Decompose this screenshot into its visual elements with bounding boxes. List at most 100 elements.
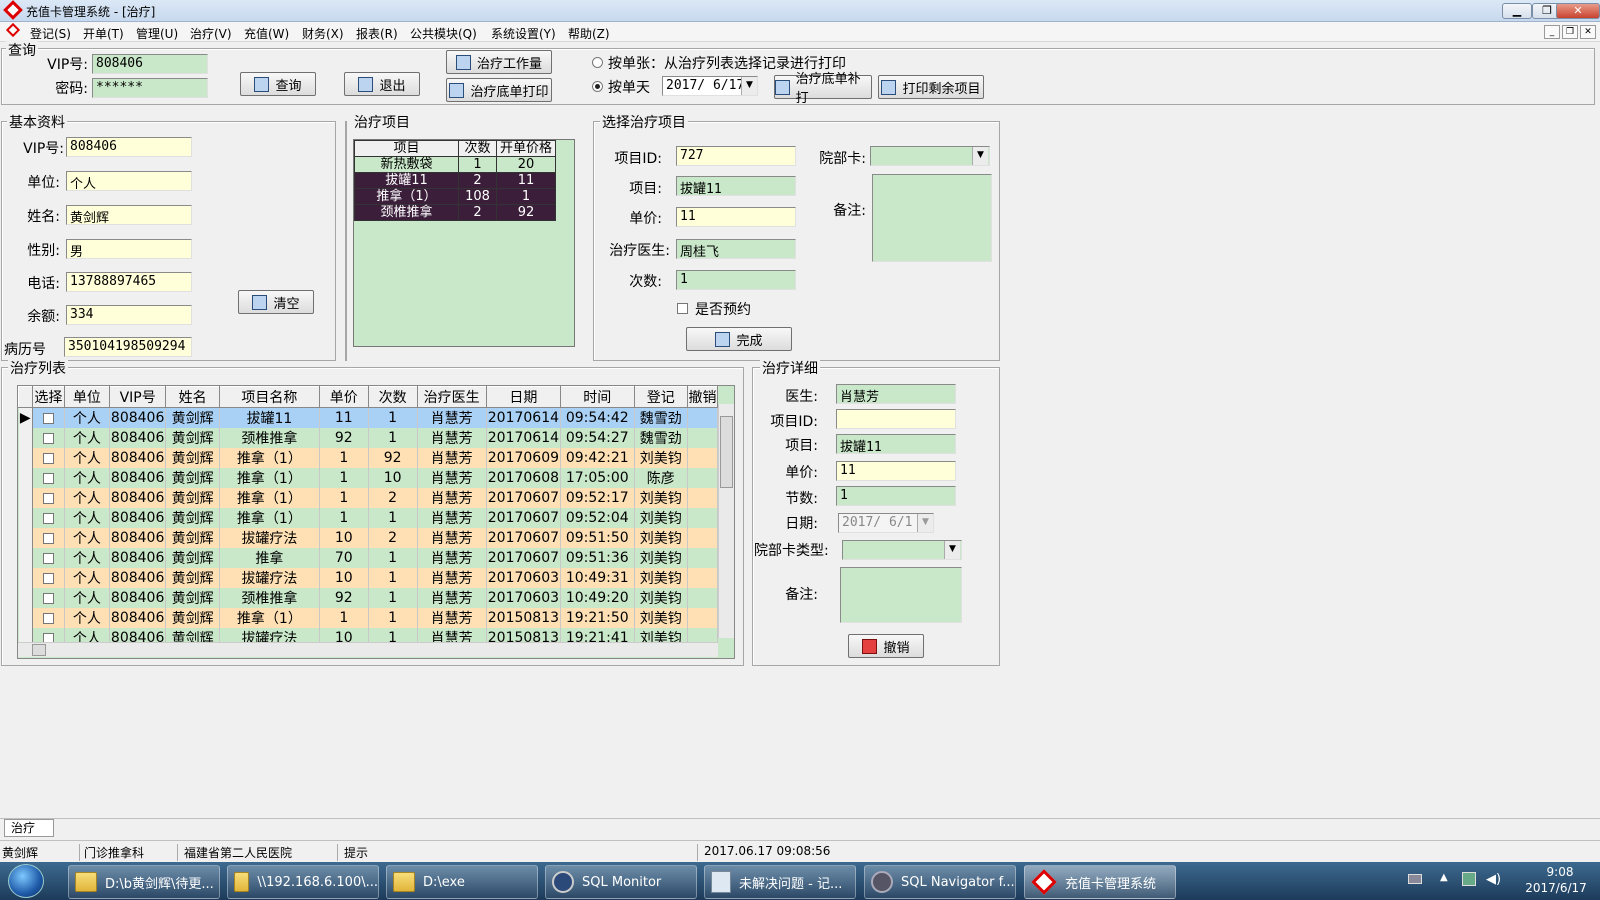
grid-hscroll-thumb[interactable] <box>32 644 46 656</box>
select-item-field[interactable]: 拔罐11 <box>676 176 796 196</box>
taskbar-item-sql-monitor[interactable]: SQL Monitor <box>545 865 697 899</box>
detail-price-field[interactable]: 11 <box>836 461 956 481</box>
menu-settings[interactable]: 系统设置(Y) <box>491 25 556 42</box>
table-row[interactable]: 个人 808406 黄剑辉 推拿（1） 1 1 肖慧芳 20150813 19:21:50 刘美钧 <box>18 608 718 628</box>
row-select-checkbox[interactable] <box>32 407 65 428</box>
select-note-field[interactable] <box>872 174 992 262</box>
query-button[interactable]: 查询 <box>240 72 316 96</box>
row-select-checkbox[interactable] <box>32 588 65 608</box>
select-id-field[interactable]: 727 <box>676 146 796 166</box>
volume-icon[interactable]: ◀) <box>1486 872 1501 887</box>
minimize-button[interactable]: ▁ <box>1502 3 1532 19</box>
workload-button[interactable]: 治疗工作量 <box>446 50 552 74</box>
menu-manage[interactable]: 管理(U) <box>136 25 178 42</box>
row-select-checkbox[interactable] <box>32 528 65 548</box>
detail-id-field[interactable] <box>836 409 956 429</box>
query-password-input[interactable]: ****** <box>92 78 208 98</box>
basic-name-field[interactable]: 黄剑辉 <box>66 205 192 225</box>
basic-unit-field[interactable]: 个人 <box>66 171 192 191</box>
menu-recharge[interactable]: 充值(W) <box>244 25 289 42</box>
items-row[interactable]: 推拿（1） 108 1 <box>354 188 556 205</box>
grid-horizontal-scrollbar[interactable] <box>18 642 718 657</box>
grid-header[interactable]: 日期 <box>485 386 562 408</box>
mdi-close-button[interactable]: ✕ <box>1580 25 1596 39</box>
taskbar-item-notepad[interactable]: 未解决问题 - 记... <box>704 865 856 899</box>
table-row[interactable]: ▶ 个人 808406 黄剑辉 拔罐11 11 1 肖慧芳 20170614 09:54:42 魏雪… <box>18 407 718 428</box>
reprint-button[interactable]: 治疗底单补打 <box>774 72 872 106</box>
row-select-checkbox[interactable] <box>32 508 65 528</box>
menu-public[interactable]: 公共模块(Q) <box>410 25 477 42</box>
table-row[interactable]: 个人 808406 黄剑辉 推拿（1） 1 2 肖慧芳 20170607 09:52:17 刘美钧 <box>18 488 718 508</box>
close-button[interactable]: ✕ <box>1556 3 1600 19</box>
grid-header[interactable]: 治疗医生 <box>416 386 487 408</box>
row-indicator[interactable] <box>18 448 33 468</box>
select-count-field[interactable]: 1 <box>676 270 796 290</box>
taskbar-item-network[interactable]: \\192.168.6.100\... <box>227 865 379 899</box>
tray-expand-icon[interactable]: ▲ <box>1440 872 1448 883</box>
row-indicator[interactable] <box>18 488 33 508</box>
detail-sessions-field[interactable]: 1 <box>836 486 956 506</box>
table-row[interactable]: 个人 808406 黄剑辉 推拿（1） 1 10 肖慧芳 20170608 17:05:00 陈彦 <box>18 468 718 488</box>
query-vip-input[interactable]: 808406 <box>92 54 208 74</box>
basic-vip-field[interactable]: 808406 <box>66 137 192 157</box>
basic-record-field[interactable]: 350104198509294 <box>64 337 192 357</box>
cancel-button[interactable]: 撤销 <box>848 634 924 658</box>
mdi-minimize-button[interactable]: _ <box>1544 25 1560 39</box>
mdi-restore-button[interactable]: ❐ <box>1562 25 1578 39</box>
items-row[interactable]: 颈椎推拿 2 92 <box>354 204 556 221</box>
card-dropdown-icon[interactable]: ▼ <box>972 147 988 165</box>
table-row[interactable]: 个人 808406 黄剑辉 拔罐疗法 10 2 肖慧芳 20170607 09:51:50 刘美钧 <box>18 528 718 548</box>
basic-balance-field[interactable]: 334 <box>66 305 192 325</box>
appointment-checkbox[interactable] <box>677 303 688 314</box>
items-row[interactable]: 新热敷袋 1 20 <box>354 156 556 173</box>
row-select-checkbox[interactable] <box>32 568 65 588</box>
menu-treat[interactable]: 治疗(V) <box>190 25 232 42</box>
row-select-checkbox[interactable] <box>32 428 65 448</box>
row-indicator[interactable] <box>18 548 33 568</box>
row-indicator[interactable] <box>18 588 33 608</box>
grid-header[interactable]: VIP号 <box>108 386 167 408</box>
taskbar-item-folder-b[interactable]: D:\b黄剑辉\待更... <box>68 865 220 899</box>
menu-order[interactable]: 开单(T) <box>83 25 124 42</box>
table-row[interactable]: 个人 808406 黄剑辉 推拿 70 1 肖慧芳 20170607 09:51:36 刘美钧 <box>18 548 718 568</box>
grid-header[interactable]: 姓名 <box>165 386 220 408</box>
table-row[interactable]: 个人 808406 黄剑辉 拔罐疗法 10 1 肖慧芳 20170603 10:49:31 刘美钧 <box>18 568 718 588</box>
row-indicator[interactable] <box>18 528 33 548</box>
row-select-checkbox[interactable] <box>32 448 65 468</box>
grid-header[interactable]: 撤销 <box>687 386 718 408</box>
table-row[interactable]: 个人 808406 黄剑辉 颈椎推拿 92 1 肖慧芳 20170614 09:54:27 魏雪劲 <box>18 428 718 448</box>
row-indicator[interactable] <box>18 568 33 588</box>
tab-treatment[interactable]: 治疗 <box>4 819 54 837</box>
row-indicator[interactable] <box>18 508 33 528</box>
exit-button[interactable]: 退出 <box>344 72 420 96</box>
select-doctor-field[interactable]: 周桂飞 <box>676 239 796 259</box>
grid-header[interactable]: 单位 <box>63 386 110 408</box>
items-row[interactable]: 拔罐11 2 11 <box>354 172 556 189</box>
menu-finance[interactable]: 财务(X) <box>302 25 344 42</box>
detail-note-field[interactable] <box>840 567 962 623</box>
grid-header[interactable]: 选择 <box>31 386 65 408</box>
keyboard-icon[interactable] <box>1408 874 1422 884</box>
clock-date[interactable]: 2017/6/17 <box>1518 881 1594 895</box>
start-button[interactable] <box>8 864 44 898</box>
menu-report[interactable]: 报表(R) <box>356 25 398 42</box>
row-indicator[interactable] <box>18 608 33 628</box>
basic-gender-field[interactable]: 男 <box>66 239 192 259</box>
print-slip-button[interactable]: 治疗底单打印 <box>446 78 552 102</box>
taskbar-item-card-system[interactable]: 充值卡管理系统 <box>1024 865 1176 899</box>
grid-header[interactable]: 项目名称 <box>218 386 320 408</box>
grid-header[interactable]: 时间 <box>560 386 635 408</box>
table-row[interactable]: 个人 808406 黄剑辉 推拿（1） 1 92 肖慧芳 20170609 09:42:21 刘美… <box>18 448 718 468</box>
date-dropdown-icon[interactable]: ▼ <box>741 77 757 95</box>
clear-button[interactable]: 清空 <box>238 290 314 314</box>
table-row[interactable]: 个人 808406 黄剑辉 颈椎推拿 92 1 肖慧芳 20170603 10:49:20 刘美钧 <box>18 588 718 608</box>
row-indicator[interactable] <box>18 468 33 488</box>
grid-scroll-thumb[interactable] <box>720 416 733 488</box>
network-icon[interactable] <box>1462 872 1476 886</box>
row-indicator[interactable] <box>18 428 33 448</box>
detail-doctor-field[interactable]: 肖慧芳 <box>836 384 956 404</box>
menu-help[interactable]: 帮助(Z) <box>568 25 610 42</box>
clock-time[interactable]: 9:08 <box>1530 865 1590 879</box>
row-select-checkbox[interactable] <box>32 548 65 568</box>
radio-single[interactable] <box>592 57 603 68</box>
